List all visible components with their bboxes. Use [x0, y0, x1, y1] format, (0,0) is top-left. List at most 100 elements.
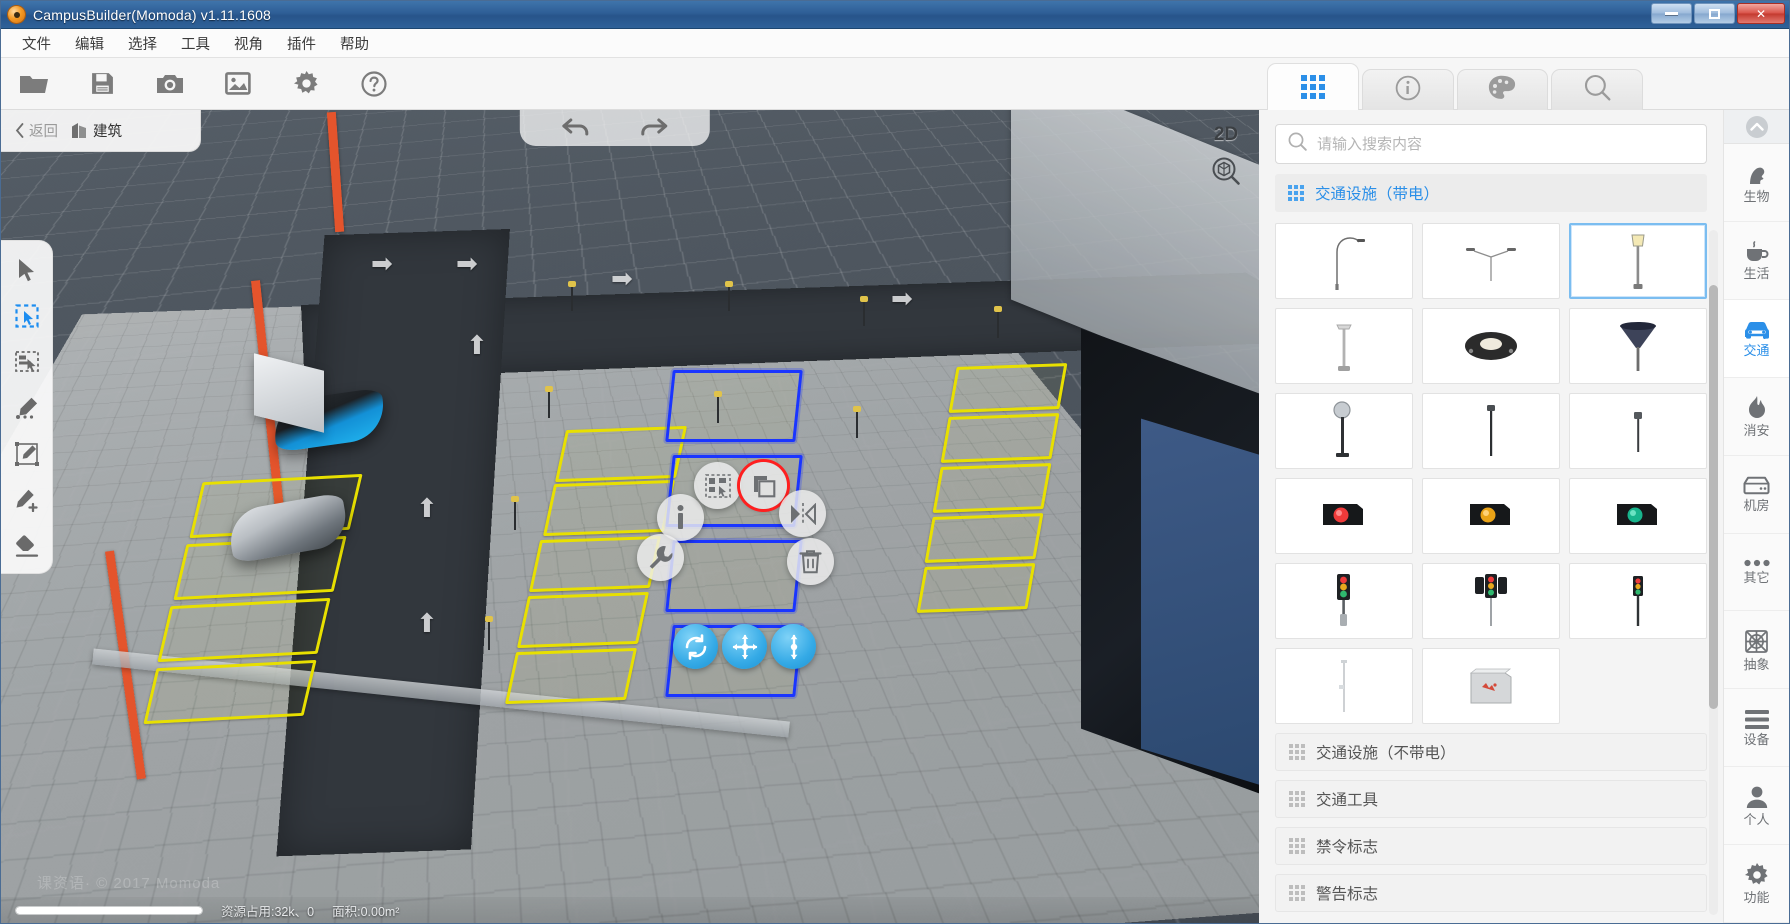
pencil-add-icon[interactable]: [11, 485, 43, 515]
category-header-traffic-powered[interactable]: 交通设施（带电）: [1275, 174, 1707, 212]
category-vehicles[interactable]: 交通工具: [1275, 780, 1707, 818]
search-input[interactable]: [1317, 135, 1694, 153]
breadcrumb-current-label: 建筑: [93, 124, 122, 140]
sidebar-item-label: 设备: [1743, 731, 1770, 747]
grid-handle-icon: [1289, 838, 1305, 854]
sidebar-item-personal[interactable]: 个人: [1724, 767, 1789, 846]
grid-handle-icon: [1289, 885, 1305, 901]
asset-thin-pole-lamp[interactable]: [1422, 393, 1560, 469]
sidebar-item-label: 其它: [1743, 570, 1770, 586]
tab-materials[interactable]: [1456, 69, 1549, 110]
breadcrumb: 返回 建筑: [1, 110, 201, 152]
asset-signal-pole-thin[interactable]: [1275, 648, 1413, 724]
asset-spot-lamp[interactable]: [1275, 393, 1413, 469]
tab-info[interactable]: [1361, 69, 1454, 110]
chevron-up-icon[interactable]: [1724, 110, 1789, 144]
multi-select-icon[interactable]: [11, 347, 43, 377]
sidebar-item-label: 机房: [1743, 498, 1770, 514]
category-traffic-unpowered[interactable]: 交通设施（不带电）: [1275, 733, 1707, 771]
sidebar-item-label: 消安: [1743, 422, 1770, 438]
breadcrumb-back-label: 返回: [29, 124, 58, 140]
save-icon[interactable]: [85, 67, 119, 101]
select-all-icon[interactable]: [694, 462, 741, 509]
trash-icon[interactable]: [787, 538, 834, 585]
wrench-icon[interactable]: [637, 534, 684, 581]
eraser-icon[interactable]: [11, 531, 43, 561]
mirror-icon[interactable]: [779, 490, 826, 537]
redo-icon[interactable]: [639, 116, 669, 141]
cursor-arrow-icon[interactable]: [11, 255, 43, 285]
panel-scrollbar[interactable]: [1709, 230, 1718, 915]
panel-tabs: [1267, 63, 1643, 110]
grid-handle-icon: [1288, 185, 1304, 201]
app-logo-icon: [8, 6, 25, 23]
menu-plugins[interactable]: 插件: [278, 30, 325, 57]
undo-icon[interactable]: [561, 116, 591, 141]
asset-bollard-light[interactable]: [1275, 308, 1413, 384]
asset-short-pole-lamp[interactable]: [1569, 393, 1707, 469]
asset-traffic-head-green[interactable]: [1569, 478, 1707, 554]
tab-library[interactable]: [1267, 63, 1359, 110]
menu-help[interactable]: 帮助: [331, 30, 378, 57]
close-button[interactable]: ✕: [1737, 3, 1785, 24]
marquee-select-icon[interactable]: [11, 301, 43, 331]
move-vertical-icon[interactable]: [771, 624, 816, 669]
title-bar: CampusBuilder(Momoda) v1.11.1608 ✕: [1, 1, 1789, 29]
rotate-icon[interactable]: [673, 624, 718, 669]
asset-street-lamp-double-arm[interactable]: [1422, 223, 1560, 299]
breadcrumb-back-button[interactable]: 返回: [15, 120, 58, 141]
asset-traffic-light-side[interactable]: [1569, 563, 1707, 639]
breadcrumb-current[interactable]: 建筑: [72, 120, 122, 141]
asset-scroll-area[interactable]: 交通设施（带电） 交通设施（不带电） 交通工具 禁令标志 警告标志: [1259, 174, 1723, 923]
move-4way-icon[interactable]: [722, 624, 767, 669]
copy-icon[interactable]: [740, 462, 787, 509]
status-bar: 资源占用:32k、0 面积:0.00m²: [1, 897, 1259, 923]
sidebar-item-traffic[interactable]: 交通: [1724, 299, 1789, 378]
gear-icon[interactable]: [289, 67, 323, 101]
view-mode-label[interactable]: 2D: [1214, 124, 1238, 146]
zoom-box-icon[interactable]: [1211, 156, 1241, 191]
window-title: CampusBuilder(Momoda) v1.11.1608: [33, 6, 272, 23]
selected-stall-1[interactable]: [665, 370, 803, 442]
sidebar-item-fire-safety[interactable]: 消安: [1724, 378, 1789, 456]
asset-traffic-head-red[interactable]: [1275, 478, 1413, 554]
asset-ground-light-round[interactable]: [1422, 308, 1560, 384]
sidebar-item-life[interactable]: 生活: [1724, 222, 1789, 300]
menu-view[interactable]: 视角: [225, 30, 272, 57]
sidebar-item-other[interactable]: 其它: [1724, 534, 1789, 612]
asset-traffic-head-yellow[interactable]: [1422, 478, 1560, 554]
category-warning-signs[interactable]: 警告标志: [1275, 874, 1707, 912]
category-label: 交通工具: [1316, 792, 1379, 809]
menu-select[interactable]: 选择: [119, 30, 166, 57]
asset-traffic-light-double[interactable]: [1422, 563, 1560, 639]
watermark: 课资语· © 2017 Momoda: [37, 875, 221, 892]
edit-shape-icon[interactable]: [11, 439, 43, 469]
view-mode-widget: 2D: [1203, 124, 1249, 191]
sidebar-item-function[interactable]: 功能: [1724, 845, 1789, 923]
3d-viewport[interactable]: ⬆ ➡ ➡ ➡ ➡ ⬆ ⬆ ⬆ 返回 建筑 2D 课资语· © 2017 Mom…: [1, 110, 1259, 923]
asset-traffic-light-pole[interactable]: [1275, 563, 1413, 639]
menu-tools[interactable]: 工具: [172, 30, 219, 57]
sidebar-item-server-room[interactable]: 机房: [1724, 456, 1789, 534]
asset-cone-lamp[interactable]: [1569, 308, 1707, 384]
restore-button[interactable]: [1694, 3, 1735, 24]
camera-icon[interactable]: [153, 67, 187, 101]
sidebar-item-equipment[interactable]: 设备: [1724, 689, 1789, 768]
open-folder-icon[interactable]: [17, 67, 51, 101]
search-box[interactable]: [1275, 124, 1707, 164]
sidebar-item-label: 个人: [1743, 811, 1770, 827]
asset-control-cabinet[interactable]: [1422, 648, 1560, 724]
category-prohibition-signs[interactable]: 禁令标志: [1275, 827, 1707, 865]
tab-search[interactable]: [1551, 69, 1643, 110]
help-icon[interactable]: [357, 67, 391, 101]
asset-street-lamp-curved[interactable]: [1275, 223, 1413, 299]
window-controls: ✕: [1651, 3, 1785, 24]
menu-edit[interactable]: 编辑: [66, 30, 113, 57]
minimize-button[interactable]: [1651, 3, 1692, 24]
menu-file[interactable]: 文件: [13, 30, 60, 57]
sidebar-item-biology[interactable]: 生物: [1724, 144, 1789, 222]
image-icon[interactable]: [221, 67, 255, 101]
pencil-path-icon[interactable]: [11, 393, 43, 423]
sidebar-item-abstract[interactable]: 抽象: [1724, 611, 1789, 690]
asset-street-lamp-tall[interactable]: [1569, 223, 1707, 299]
